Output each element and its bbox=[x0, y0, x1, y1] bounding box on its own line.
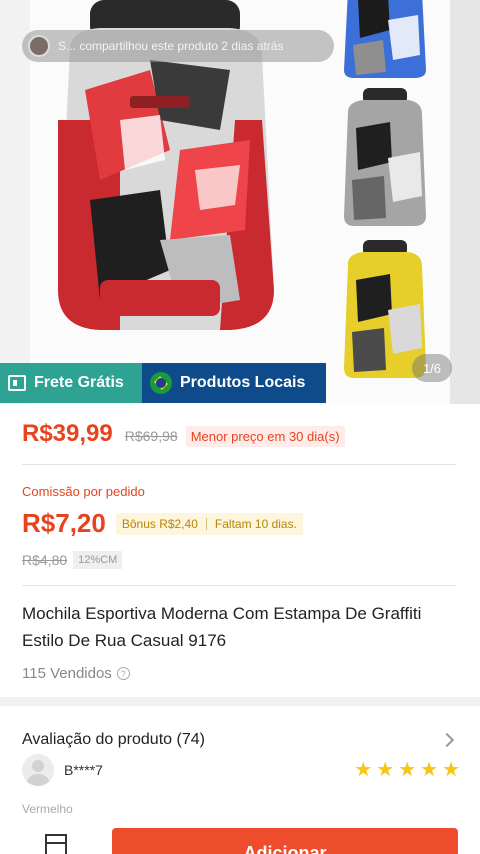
lowest-price-tag: Menor preço em 30 dia(s) bbox=[185, 426, 345, 447]
thumbnail-gray[interactable] bbox=[338, 88, 430, 228]
reviewer-avatar bbox=[22, 754, 54, 786]
free-shipping-label: Frete Grátis bbox=[34, 374, 124, 391]
bonus-amount: Bônus R$2,40 bbox=[121, 516, 198, 531]
commission-label: Comissão por pedido bbox=[22, 484, 145, 499]
product-image-gallery[interactable]: S... compartilhou este produto 2 dias at… bbox=[0, 0, 480, 404]
share-notice: S... compartilhou este produto 2 dias at… bbox=[22, 30, 334, 62]
add-button[interactable]: Adicionar bbox=[112, 828, 458, 854]
bottom-action-bar: Adicionar bbox=[0, 818, 480, 854]
chevron-right-icon[interactable] bbox=[439, 732, 455, 748]
backpack-gray-image bbox=[344, 88, 426, 226]
star-icon: ★ bbox=[376, 759, 395, 781]
review-variant: Vermelho bbox=[22, 802, 73, 816]
local-products-badge: Produtos Locais bbox=[142, 363, 326, 403]
divider bbox=[22, 464, 456, 465]
product-title: Mochila Esportiva Moderna Com Estampa De… bbox=[22, 604, 422, 650]
commission-old-row: R$4,80 12%CM bbox=[22, 551, 123, 569]
image-counter: 1/6 bbox=[412, 354, 452, 382]
share-text: S... compartilhou este produto 2 dias at… bbox=[58, 39, 284, 53]
sold-text: 115 Vendidos bbox=[22, 665, 112, 682]
brazil-flag-icon bbox=[150, 372, 172, 394]
divider bbox=[22, 585, 456, 586]
bonus-remaining: Faltam 10 dias. bbox=[214, 516, 297, 531]
badge-row: Frete Grátis Produtos Locais bbox=[0, 363, 326, 403]
gallery-edge bbox=[450, 0, 480, 404]
star-icon: ★ bbox=[354, 759, 373, 781]
reviews-title: Avaliação do produto (74) bbox=[22, 731, 205, 748]
commission-row: R$7,20 Bônus R$2,40 Faltam 10 dias. bbox=[22, 508, 303, 539]
bonus-pill: Bônus R$2,40 Faltam 10 dias. bbox=[115, 512, 303, 535]
free-shipping-badge: Frete Grátis bbox=[0, 363, 142, 403]
commission-old-value: R$4,80 bbox=[22, 552, 68, 568]
original-price: R$69,98 bbox=[124, 428, 178, 444]
sharer-avatar bbox=[28, 35, 50, 57]
section-separator bbox=[0, 697, 480, 706]
thumbnail-blue[interactable] bbox=[338, 0, 430, 100]
price-row: R$39,99 R$69,98 Menor preço em 30 dia(s) bbox=[22, 420, 345, 448]
star-icon: ★ bbox=[420, 759, 439, 781]
current-price: R$39,99 bbox=[22, 420, 113, 447]
info-icon[interactable]: ? bbox=[116, 667, 130, 680]
review-item: B****7 ★ ★ ★ ★ ★ bbox=[22, 754, 460, 786]
commission-rate-tag: 12%CM bbox=[73, 551, 123, 569]
backpack-blue-image bbox=[344, 0, 426, 78]
rating-stars: ★ ★ ★ ★ ★ bbox=[354, 760, 460, 780]
sold-count: 115 Vendidos ? bbox=[22, 665, 130, 682]
reviewer-info: B****7 bbox=[22, 754, 103, 786]
commission-value: R$7,20 bbox=[22, 508, 106, 538]
local-products-label: Produtos Locais bbox=[180, 374, 306, 391]
shipping-icon bbox=[8, 375, 26, 391]
star-icon: ★ bbox=[398, 759, 417, 781]
star-icon: ★ bbox=[442, 759, 460, 781]
reviews-header[interactable]: Avaliação do produto (74) bbox=[22, 731, 455, 749]
bonus-separator bbox=[205, 517, 207, 530]
reviewer-name: B****7 bbox=[64, 762, 103, 778]
store-icon[interactable] bbox=[45, 834, 67, 854]
